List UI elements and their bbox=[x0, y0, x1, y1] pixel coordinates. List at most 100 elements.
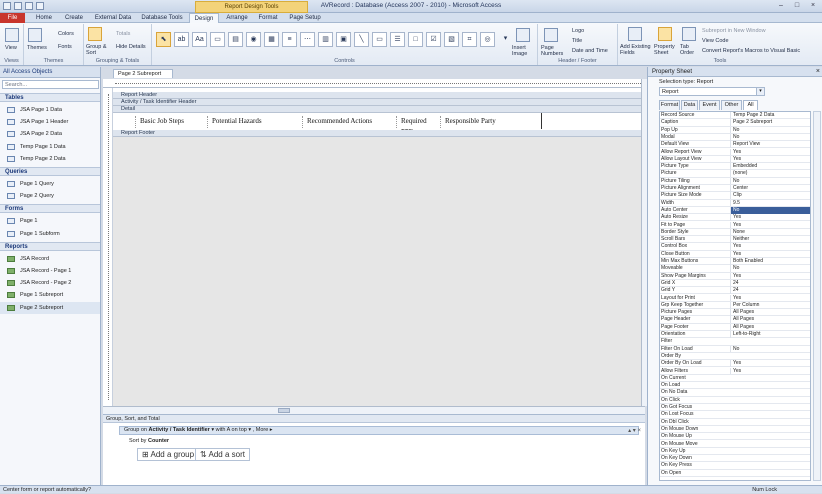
property-value[interactable]: Clip bbox=[730, 192, 810, 199]
sort-level-row[interactable]: Sort by Counter bbox=[129, 438, 169, 444]
property-grid-scrollbar[interactable] bbox=[813, 111, 821, 481]
property-row[interactable]: Grid Y 24 bbox=[660, 287, 810, 295]
close-icon[interactable]: × bbox=[816, 67, 820, 77]
property-row[interactable]: Picture Tiling No bbox=[660, 177, 810, 185]
property-value[interactable]: All Pages bbox=[730, 323, 810, 331]
close-icon[interactable]: × bbox=[806, 1, 820, 11]
property-value[interactable]: Temp Page 2 Data bbox=[730, 112, 810, 119]
property-row[interactable]: On Key Up bbox=[660, 448, 810, 456]
add-fields-icon[interactable] bbox=[628, 27, 642, 41]
property-row[interactable]: Page Footer All Pages bbox=[660, 323, 810, 331]
nav-item[interactable]: JSA Page 1 Data bbox=[0, 104, 100, 116]
tab-page-setup[interactable]: Page Setup bbox=[284, 13, 326, 23]
property-row[interactable]: Allow Filters Yes bbox=[660, 367, 810, 375]
view-icon[interactable] bbox=[5, 28, 19, 42]
checkbox-tool-icon[interactable]: ☑ bbox=[426, 32, 441, 47]
ps-tab-all[interactable]: All bbox=[743, 100, 758, 110]
property-row[interactable]: On Click bbox=[660, 397, 810, 404]
tab-external-data[interactable]: External Data bbox=[90, 13, 136, 23]
option-group-icon[interactable]: ≡ bbox=[282, 32, 297, 47]
more-arrow-icon[interactable]: ▸ bbox=[270, 427, 273, 433]
nav-item[interactable]: Page 1 Subform bbox=[0, 228, 100, 240]
property-row[interactable]: Border Style None bbox=[660, 228, 810, 237]
report-design-surface[interactable]: Report Header Activity / Task Identifier… bbox=[103, 88, 645, 406]
nav-item[interactable]: Page 1 Subreport bbox=[0, 289, 100, 301]
tab-design[interactable]: Design bbox=[189, 13, 219, 23]
totals-button[interactable]: Totals bbox=[116, 31, 130, 37]
detail-section[interactable]: Basic Job Steps Potential Hazards Recomm… bbox=[113, 113, 644, 136]
property-row[interactable]: Order By bbox=[660, 353, 810, 361]
property-row[interactable]: On No Data bbox=[660, 389, 810, 397]
textbox-tool-icon[interactable]: ab bbox=[174, 32, 189, 47]
add-sort-button[interactable]: ⇅ Add a sort bbox=[195, 448, 250, 461]
nav-item[interactable]: Page 1 Query bbox=[0, 178, 100, 190]
property-value[interactable]: Yes bbox=[730, 360, 810, 367]
view-code-button[interactable]: View Code bbox=[702, 38, 729, 44]
nav-section-queries[interactable]: Queries bbox=[0, 167, 100, 176]
property-value[interactable]: Left-to-Right bbox=[730, 331, 810, 338]
nav-section-forms[interactable]: Forms bbox=[0, 204, 100, 214]
property-row[interactable]: On Lost Focus bbox=[660, 411, 810, 419]
property-value[interactable]: Yes bbox=[730, 272, 810, 280]
property-row[interactable]: Min Max Buttons Both Enabled bbox=[660, 258, 810, 266]
report-header-band[interactable]: Report Header bbox=[113, 92, 644, 99]
move-up-icon[interactable]: ▴ bbox=[628, 428, 631, 434]
ps-tab-format[interactable]: Format bbox=[659, 100, 680, 110]
delete-level-icon[interactable]: × bbox=[637, 428, 641, 434]
nav-item[interactable]: Temp Page 2 Data bbox=[0, 153, 100, 165]
nav-pane-header[interactable]: All Access Objects bbox=[0, 67, 100, 78]
property-value[interactable]: No bbox=[730, 177, 810, 185]
property-row[interactable]: Filter On Load No bbox=[660, 345, 810, 353]
property-value[interactable]: Report View bbox=[730, 141, 810, 148]
line-tool-icon[interactable]: ╲ bbox=[354, 32, 369, 47]
convert-macros-button[interactable]: Convert Report's Macros to Visual Basic bbox=[702, 48, 800, 54]
property-row[interactable]: Pop Up No bbox=[660, 126, 810, 134]
property-value[interactable]: All Pages bbox=[730, 309, 810, 316]
detail-band[interactable]: Detail bbox=[113, 106, 644, 113]
property-value[interactable]: All Pages bbox=[730, 316, 810, 324]
nav-item[interactable]: JSA Record - Page 1 bbox=[0, 265, 100, 277]
property-value[interactable]: Yes bbox=[730, 250, 810, 258]
ps-tab-event[interactable]: Event bbox=[699, 100, 720, 110]
property-value[interactable]: Neither bbox=[730, 236, 810, 243]
property-row[interactable]: Filter bbox=[660, 338, 810, 346]
property-row[interactable]: Moveable No bbox=[660, 265, 810, 273]
add-fields-button[interactable]: Add Existing Fields bbox=[620, 44, 652, 56]
minimize-icon[interactable]: – bbox=[774, 1, 788, 11]
object-frame-icon[interactable]: ▧ bbox=[444, 32, 459, 47]
navigation-tool-icon[interactable]: ▦ bbox=[264, 32, 279, 47]
property-value[interactable]: No bbox=[730, 206, 810, 214]
combo-box-icon[interactable]: ▣ bbox=[336, 32, 351, 47]
property-value[interactable]: Center bbox=[730, 185, 810, 192]
property-row[interactable]: Page Header All Pages bbox=[660, 316, 810, 324]
report-footer-band[interactable]: Report Footer bbox=[113, 130, 644, 137]
property-value[interactable]: Yes bbox=[730, 367, 810, 375]
property-row[interactable]: Auto Resize Yes bbox=[660, 214, 810, 222]
nav-item[interactable]: Page 2 Subreport bbox=[0, 301, 100, 314]
list-box-icon[interactable]: ☰ bbox=[390, 32, 405, 47]
tab-control-icon[interactable]: ▤ bbox=[228, 32, 243, 47]
colors-button[interactable]: Colors bbox=[58, 31, 74, 37]
nav-item[interactable]: Page 2 Query bbox=[0, 190, 100, 202]
title-button[interactable]: Title bbox=[572, 38, 582, 44]
nav-item[interactable]: JSA Record - Page 2 bbox=[0, 277, 100, 289]
property-row[interactable]: Grp Keep Together Per Column bbox=[660, 301, 810, 310]
ps-tab-other[interactable]: Other bbox=[721, 100, 742, 110]
group-level-row[interactable]: Group on Activity / Task Identifier ▾ wi… bbox=[119, 426, 639, 435]
property-value[interactable]: Embedded bbox=[730, 163, 810, 170]
property-row[interactable]: Allow Layout View Yes bbox=[660, 155, 810, 164]
fonts-button[interactable]: Fonts bbox=[58, 44, 72, 50]
property-value[interactable]: (none) bbox=[730, 170, 810, 178]
property-row[interactable]: On Load bbox=[660, 382, 810, 390]
potential-hazards-label[interactable]: Potential Hazards bbox=[207, 116, 302, 128]
property-row[interactable]: Auto Center No bbox=[660, 206, 810, 215]
property-row[interactable]: Picture Alignment Center bbox=[660, 185, 810, 193]
select-tool-icon[interactable]: ⬉ bbox=[156, 32, 171, 47]
property-sheet-icon[interactable] bbox=[658, 27, 672, 41]
more-controls-icon[interactable]: ▾ bbox=[498, 32, 513, 47]
property-row[interactable]: Scroll Bars Neither bbox=[660, 236, 810, 244]
attachment-tool-icon[interactable]: ⌗ bbox=[462, 32, 477, 47]
required-ppe-label[interactable]: Required PPE bbox=[396, 116, 440, 136]
basic-job-steps-label[interactable]: Basic Job Steps bbox=[135, 116, 207, 128]
themes-button[interactable]: Themes bbox=[27, 45, 47, 51]
